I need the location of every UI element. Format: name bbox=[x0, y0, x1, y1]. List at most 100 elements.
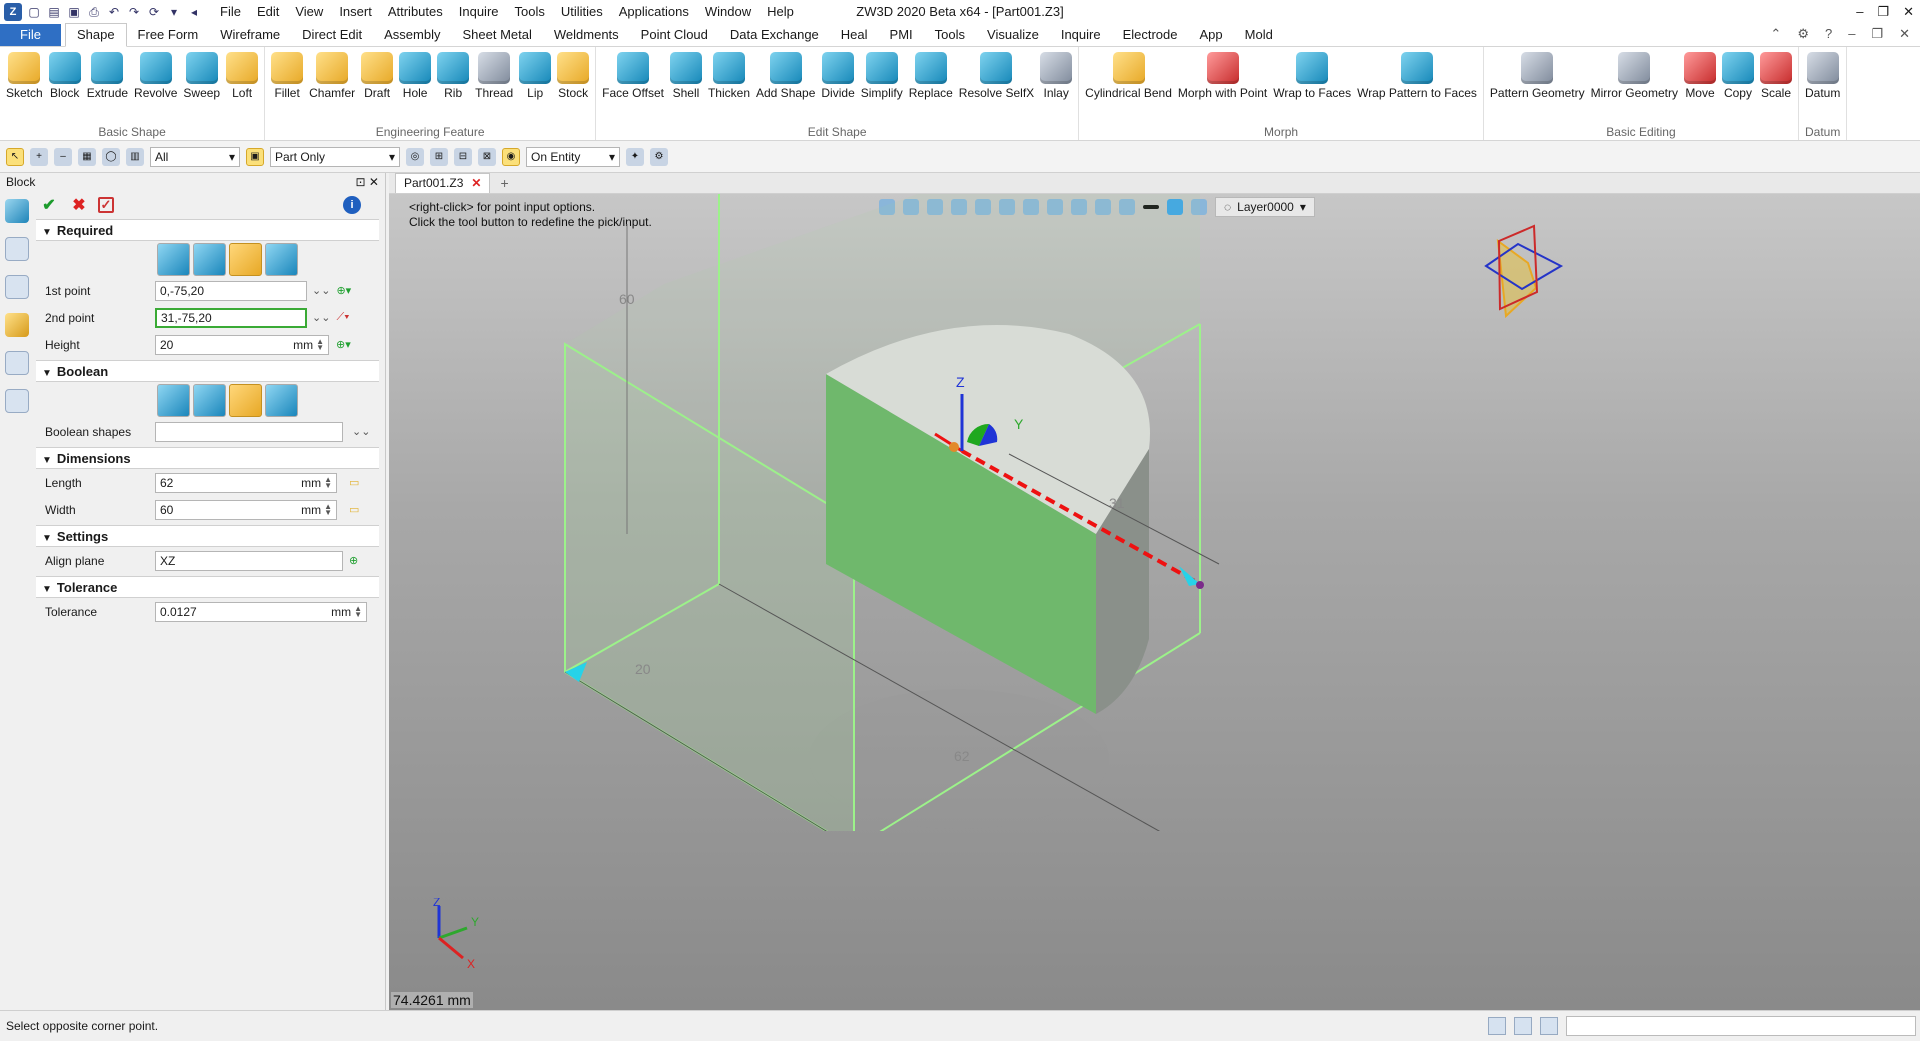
divide-button[interactable]: Divide bbox=[818, 52, 857, 100]
user-icon[interactable] bbox=[5, 389, 29, 413]
apply-button[interactable]: ✓ bbox=[98, 197, 114, 213]
on-entity-icon[interactable]: ◉ bbox=[502, 147, 520, 166]
minimize-doc-button[interactable]: – bbox=[1848, 26, 1855, 42]
menu-help[interactable]: Help bbox=[759, 0, 802, 24]
undo-icon[interactable]: ↶ bbox=[106, 4, 122, 20]
filter-icon[interactable]: ▦ bbox=[78, 147, 96, 166]
add-shape-button[interactable]: Add Shape bbox=[753, 52, 818, 100]
tolerance-field[interactable]: 0.0127 mm ▲ ▼ bbox=[155, 601, 367, 622]
back-icon[interactable]: ◂ bbox=[186, 4, 202, 20]
menu-view[interactable]: View bbox=[287, 0, 331, 24]
graphics-viewport[interactable]: Part001.Z3 ✕ + <right-click> for point in… bbox=[389, 173, 1920, 1010]
minimize-button[interactable]: – bbox=[1856, 0, 1863, 24]
tab-file[interactable]: File bbox=[0, 24, 61, 46]
height-field[interactable]: 20 mm ▲ ▼ bbox=[155, 334, 329, 355]
length-field[interactable]: 62 mm ▲ ▼ bbox=[155, 472, 337, 493]
tab-heal[interactable]: Heal bbox=[830, 24, 879, 46]
tab-sheet-metal[interactable]: Sheet Metal bbox=[452, 24, 543, 46]
dim-60[interactable]: 60 bbox=[619, 291, 635, 307]
model-canvas[interactable]: 60 31 20 62 Z Y bbox=[389, 194, 1920, 831]
menu-tools[interactable]: Tools bbox=[507, 0, 553, 24]
face-offset-button[interactable]: Face Offset bbox=[599, 52, 667, 100]
scale-button[interactable]: Scale bbox=[1757, 52, 1795, 100]
part-icon[interactable]: ▣ bbox=[246, 147, 264, 166]
remove-option[interactable] bbox=[229, 383, 262, 417]
dim-20[interactable]: 20 bbox=[635, 661, 651, 677]
lock-icon[interactable]: ▭ bbox=[349, 476, 359, 489]
tab-app[interactable]: App bbox=[1189, 24, 1234, 46]
menu-edit[interactable]: Edit bbox=[249, 0, 287, 24]
grid-icon[interactable]: ⊞ bbox=[430, 147, 448, 166]
align-icon[interactable]: ⊟ bbox=[454, 147, 472, 166]
new-tab-button[interactable]: + bbox=[490, 174, 518, 193]
align-plane-field[interactable]: XZ bbox=[155, 550, 343, 571]
close-button[interactable]: ✕ bbox=[1903, 0, 1914, 24]
info-icon[interactable]: i bbox=[343, 196, 361, 214]
intersect-option[interactable] bbox=[265, 383, 298, 417]
morph-with-point-button[interactable]: Morph with Point bbox=[1175, 52, 1270, 100]
length-spinner[interactable]: ▲ ▼ bbox=[324, 475, 332, 489]
tab-wireframe[interactable]: Wireframe bbox=[209, 24, 291, 46]
two-point-option[interactable] bbox=[193, 242, 226, 276]
center-block-option[interactable] bbox=[157, 242, 190, 276]
loft-button[interactable]: Loft bbox=[223, 52, 261, 100]
sweep-button[interactable]: Sweep bbox=[180, 52, 223, 100]
pick-point-icon[interactable]: ⊕▾ bbox=[336, 284, 351, 297]
add-option[interactable] bbox=[193, 383, 226, 417]
new-icon[interactable]: ▢ bbox=[26, 4, 42, 20]
view-triad-icon[interactable] bbox=[1496, 238, 1538, 319]
menu-applications[interactable]: Applications bbox=[611, 0, 697, 24]
section-boolean[interactable]: Boolean bbox=[36, 360, 379, 382]
tab-weldments[interactable]: Weldments bbox=[543, 24, 630, 46]
tolerance-spinner[interactable]: ▲ ▼ bbox=[354, 604, 362, 618]
boolean-shapes-field[interactable] bbox=[155, 421, 343, 442]
first-point-field[interactable]: 0,-75,20 bbox=[155, 280, 307, 301]
extrude-button[interactable]: Extrude bbox=[84, 52, 131, 100]
width-field[interactable]: 60 mm ▲ ▼ bbox=[155, 499, 337, 520]
filter-combo[interactable]: All ▾ bbox=[150, 146, 240, 167]
close-tab-icon[interactable]: ✕ bbox=[471, 174, 481, 193]
panel-close-icon[interactable]: ⊡ ✕ bbox=[356, 175, 379, 189]
tab-visualize[interactable]: Visualize bbox=[976, 24, 1050, 46]
restore-doc-button[interactable]: ❐ bbox=[1871, 26, 1883, 42]
config-icon[interactable]: ⚙ bbox=[650, 147, 668, 166]
lasso-icon[interactable]: ◯ bbox=[102, 147, 120, 166]
lock-icon[interactable]: ▭ bbox=[349, 503, 359, 516]
inlay-button[interactable]: Inlay bbox=[1037, 52, 1075, 100]
redo-icon[interactable]: ↷ bbox=[126, 4, 142, 20]
part-view-icon[interactable] bbox=[5, 313, 29, 337]
cancel-button[interactable]: ✖ bbox=[68, 194, 90, 216]
second-point-field[interactable]: 31,-75,20 bbox=[155, 307, 307, 328]
mirror-geometry-button[interactable]: Mirror Geometry bbox=[1588, 52, 1681, 100]
history-tree-icon[interactable] bbox=[5, 237, 29, 261]
assembly-tree-icon[interactable] bbox=[5, 275, 29, 299]
open-icon[interactable]: ▤ bbox=[46, 4, 62, 20]
shell-button[interactable]: Shell bbox=[667, 52, 705, 100]
input-mode-icon[interactable] bbox=[1488, 1017, 1506, 1035]
command-input[interactable] bbox=[1566, 1016, 1916, 1036]
doc-tab-part001[interactable]: Part001.Z3 ✕ bbox=[395, 173, 491, 193]
expand-icon[interactable]: ⌄⌄ bbox=[352, 425, 370, 438]
section-required[interactable]: Required bbox=[36, 219, 379, 241]
resolve-selfx-button[interactable]: Resolve SelfX bbox=[956, 52, 1037, 100]
line-pick-icon[interactable]: ⟋▾ bbox=[336, 311, 349, 324]
fillet-button[interactable]: Fillet bbox=[268, 52, 306, 100]
menu-attributes[interactable]: Attributes bbox=[380, 0, 451, 24]
pick-combo[interactable]: On Entity ▾ bbox=[526, 146, 620, 167]
restore-button[interactable]: ❐ bbox=[1877, 0, 1889, 24]
three-point-option[interactable] bbox=[265, 242, 298, 276]
dim-62[interactable]: 62 bbox=[954, 748, 970, 764]
image-icon[interactable] bbox=[5, 351, 29, 375]
tab-pmi[interactable]: PMI bbox=[879, 24, 924, 46]
settings-icon[interactable]: ⚙ bbox=[1797, 26, 1809, 42]
tab-data-exchange[interactable]: Data Exchange bbox=[719, 24, 830, 46]
sketch-button[interactable]: Sketch bbox=[3, 52, 46, 100]
expand-icon[interactable]: ⌄⌄ bbox=[312, 311, 330, 324]
help-icon[interactable]: ? bbox=[1825, 26, 1832, 42]
tab-point-cloud[interactable]: Point Cloud bbox=[630, 24, 719, 46]
scope-combo[interactable]: Part Only ▾ bbox=[270, 146, 400, 167]
base-option[interactable] bbox=[157, 383, 190, 417]
wrap-pattern-button[interactable]: Wrap Pattern to Faces bbox=[1354, 52, 1480, 100]
stock-button[interactable]: Stock bbox=[554, 52, 592, 100]
menu-utilities[interactable]: Utilities bbox=[553, 0, 611, 24]
